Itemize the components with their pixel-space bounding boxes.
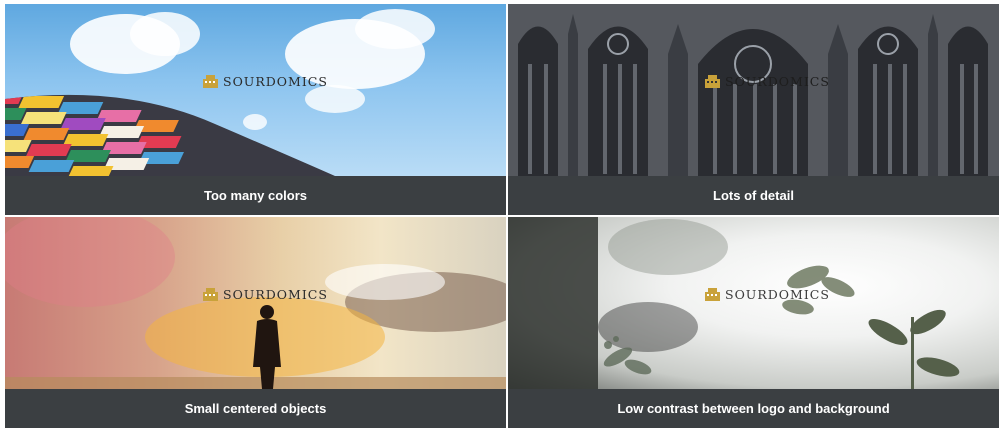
examples-grid: SOURDOMICS Too many colors SOURDOMICS Lo… [0, 0, 1000, 429]
brand-wordmark: SOURDOMICS [725, 74, 830, 89]
sky-scene-graphic [5, 9, 435, 176]
brand-wordmark: SOURDOMICS [223, 287, 328, 302]
card-caption: Too many colors [5, 176, 506, 215]
sunset-scene-graphic [5, 217, 506, 389]
brand-wordmark: SOURDOMICS [725, 287, 830, 302]
building-logo-icon [705, 288, 720, 301]
brand-wordmark: SOURDOMICS [223, 74, 328, 89]
example-image-sunset-silhouette [5, 217, 506, 389]
brand-logo: SOURDOMICS [705, 74, 830, 89]
building-logo-icon [203, 288, 218, 301]
example-image-colorful-building [5, 4, 506, 176]
example-card-small-centered-objects: SOURDOMICS Small centered objects [5, 217, 506, 428]
brand-logo: SOURDOMICS [705, 287, 830, 302]
card-caption: Small centered objects [5, 389, 506, 428]
cathedral-scene-graphic [508, 4, 999, 176]
example-card-lots-of-detail: SOURDOMICS Lots of detail [508, 4, 999, 215]
card-caption: Low contrast between logo and background [508, 389, 999, 428]
brand-logo: SOURDOMICS [203, 287, 328, 302]
building-logo-icon [705, 75, 720, 88]
card-caption: Lots of detail [508, 176, 999, 215]
example-card-too-many-colors: SOURDOMICS Too many colors [5, 4, 506, 215]
building-logo-icon [203, 75, 218, 88]
example-image-leaves [508, 217, 999, 389]
example-image-cathedral [508, 4, 999, 176]
leaves-scene-graphic [508, 217, 960, 389]
example-card-low-contrast: SOURDOMICS Low contrast between logo and… [508, 217, 999, 428]
brand-logo: SOURDOMICS [203, 74, 328, 89]
